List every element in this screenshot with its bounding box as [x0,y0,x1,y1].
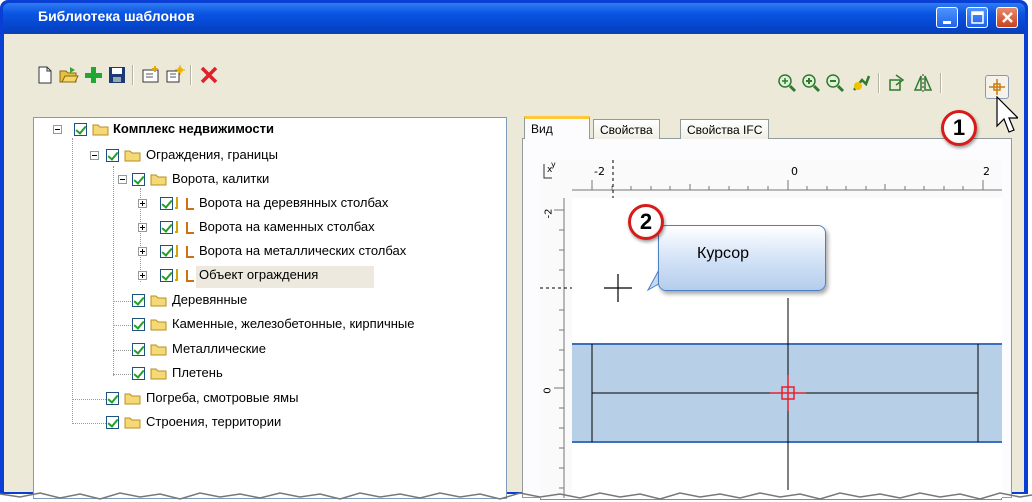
step-badge-1: 1 [941,110,977,146]
minimize-icon [943,21,951,24]
tree-node[interactable]: Каменные, железобетонные, кирпичные [172,316,415,331]
checkbox[interactable] [160,245,173,258]
new-folder-icon[interactable] [140,64,162,86]
zoom-extents-icon[interactable] [776,72,798,94]
close-button[interactable] [996,7,1018,28]
folder-icon [124,393,141,405]
toolbar-separator [132,65,134,85]
tree-node[interactable]: Строения, территории [146,414,281,429]
tree-line [113,350,131,351]
tree-node[interactable]: Ворота на каменных столбах [199,219,375,234]
zoom-in-icon[interactable] [800,72,822,94]
toolbar-separator [940,73,942,93]
mirror-icon[interactable] [912,72,934,94]
preview-drawing [540,160,1002,498]
mouse-pointer-icon [996,96,1018,133]
tab-view[interactable]: Вид [524,116,590,139]
ruler-left-label: -2 [543,208,555,219]
toolbar-separator [190,65,192,85]
tree-node[interactable]: Деревянные [172,292,247,307]
folder-icon [150,368,167,380]
template-object-icon [175,197,194,210]
expand-toggle[interactable] [138,223,147,232]
tree-line [113,374,131,375]
collapse-toggle[interactable] [118,175,127,184]
tree-node[interactable]: Ворота на металлических столбах [199,243,406,258]
tree-line [72,138,73,424]
folder-icon [150,174,167,186]
tree-node[interactable]: Металлические [172,341,266,356]
checkbox[interactable] [132,367,145,380]
tree-node[interactable]: Ворота на деревянных столбах [199,195,388,210]
delete-icon[interactable] [198,64,220,86]
close-icon [1002,12,1013,23]
tree-line [113,301,131,302]
open-folder-icon[interactable] [58,64,80,86]
tree-node-root[interactable]: Комплекс недвижимости [113,121,274,136]
checkbox[interactable] [132,294,145,307]
tree-node[interactable]: Ограждения, границы [146,147,278,162]
new-file-icon[interactable] [34,64,56,86]
torn-edge [0,492,1032,500]
expand-toggle[interactable] [138,199,147,208]
checkbox[interactable] [160,221,173,234]
tree-line [113,325,131,326]
template-object-icon [175,269,194,282]
window-title: Библиотека шаблонов [38,8,195,24]
checkbox[interactable] [132,343,145,356]
expand-toggle[interactable] [138,271,147,280]
folder-icon [124,417,141,429]
checkbox[interactable] [106,416,119,429]
checkbox[interactable] [160,197,173,210]
folder-icon [92,124,109,136]
tree-node-selected[interactable]: Объект ограждения [199,267,318,282]
tree-node[interactable]: Ворота, калитки [172,171,269,186]
ruler-top-label: 2 [983,165,990,178]
folder-icon [150,344,167,356]
ruler-top-label: -2 [594,165,605,178]
folder-icon [150,319,167,331]
checkbox[interactable] [106,392,119,405]
step-badge-2: 2 [628,204,664,240]
top-ruler [540,160,1002,198]
minimize-button[interactable] [936,7,958,28]
properties-icon[interactable] [164,64,186,86]
callout-text: Курсор [697,245,750,262]
checkbox[interactable] [74,123,87,136]
toolbar-separator [878,73,880,93]
tree-node[interactable]: Погреба, смотровые ямы [146,390,298,405]
pan-icon[interactable] [850,72,872,94]
tab-properties[interactable]: Свойства [593,119,660,139]
checkbox[interactable] [160,269,173,282]
checkbox[interactable] [132,173,145,186]
checkbox[interactable] [106,149,119,162]
rotate-icon[interactable] [886,72,908,94]
ruler-origin-y: y [551,160,556,169]
maximize-icon [971,11,984,24]
checkbox[interactable] [132,318,145,331]
zoom-out-icon[interactable] [824,72,846,94]
maximize-button[interactable] [966,7,988,28]
collapse-toggle[interactable] [90,151,99,160]
cursor-crosshair-icon [989,79,1005,95]
template-tree[interactable] [33,117,507,499]
collapse-toggle[interactable] [53,125,62,134]
tab-properties-ifc[interactable]: Свойства IFC [680,119,770,139]
tree-node[interactable]: Плетень [172,365,223,380]
template-object-icon [175,245,194,258]
ruler-top-label: 0 [791,165,798,178]
template-object-icon [175,221,194,234]
ruler-left-label: 0 [542,387,554,394]
folder-icon [124,150,141,162]
expand-toggle[interactable] [138,247,147,256]
folder-icon [150,295,167,307]
save-icon[interactable] [106,64,128,86]
tree-line [113,166,114,376]
add-plus-icon[interactable] [82,64,104,86]
